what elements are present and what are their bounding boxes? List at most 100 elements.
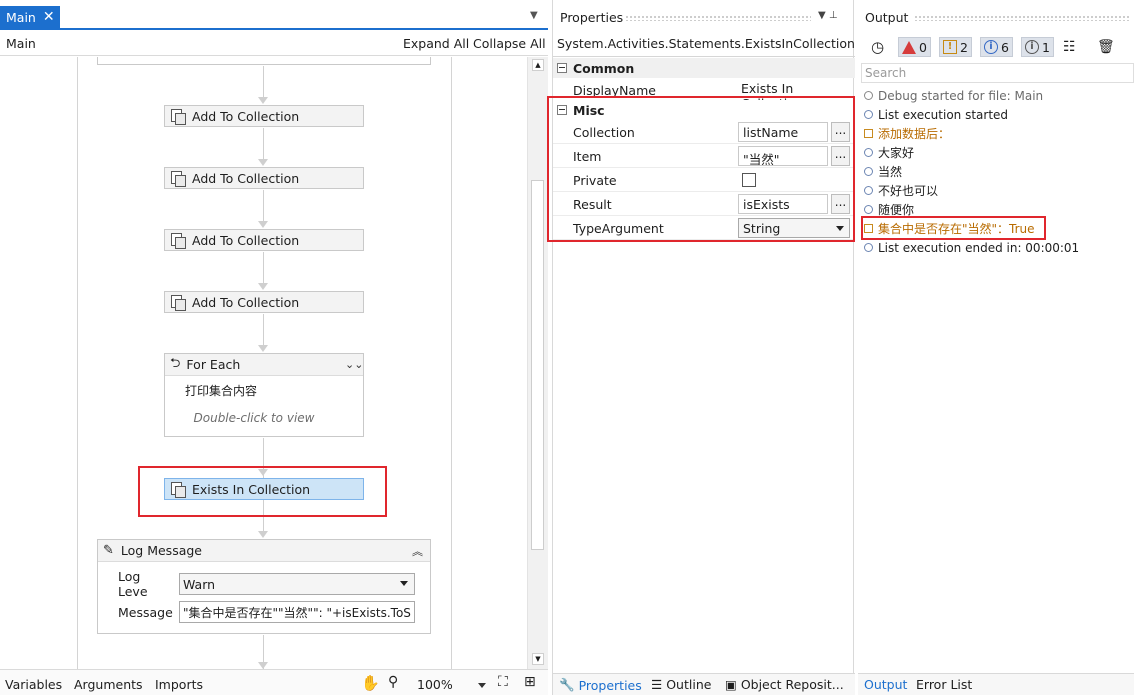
for-each-title: For Each bbox=[186, 357, 241, 372]
log-icon: ✎ bbox=[103, 543, 114, 558]
log-level-value: Warn bbox=[183, 576, 216, 592]
log-level-row: Log Leve Warn bbox=[118, 569, 415, 599]
overview-icon[interactable]: ⊞ bbox=[524, 674, 536, 690]
repository-icon: ▣ bbox=[725, 677, 737, 692]
log-line-text: 当然 bbox=[878, 165, 903, 179]
log-line-text: Debug started for file: Main bbox=[878, 88, 1044, 103]
category-common[interactable]: Common bbox=[553, 58, 855, 78]
debug-icon bbox=[864, 91, 873, 100]
for-each-header: ⮌ For Each ⌄⌄ bbox=[165, 354, 363, 376]
breadcrumb[interactable]: Main bbox=[6, 36, 36, 51]
vertical-scrollbar[interactable]: ▲ ▼ bbox=[527, 57, 548, 669]
category-label: Common bbox=[573, 60, 635, 76]
connector-arrow bbox=[258, 221, 268, 228]
zoom-level[interactable]: 100% bbox=[417, 677, 453, 692]
log-line[interactable]: Debug started for file: Main bbox=[864, 86, 1043, 105]
chevron-down-icon[interactable]: ▼ bbox=[530, 10, 538, 21]
filter-warnings-button[interactable]: ! 2 bbox=[939, 37, 972, 57]
info-count: 6 bbox=[1001, 39, 1009, 55]
pin-icon[interactable]: ▼ ⊥ bbox=[818, 10, 838, 21]
log-level-select[interactable]: Warn bbox=[179, 573, 415, 595]
log-message-row: Message "集合中是否存在""当然"": "+isExists.ToS bbox=[118, 601, 415, 623]
log-line-text: 不好也可以 bbox=[878, 184, 939, 198]
log-line[interactable]: List execution started bbox=[864, 105, 1008, 124]
designer-header: Main Expand All Collapse All bbox=[0, 30, 548, 56]
info-icon bbox=[864, 186, 873, 195]
connector-arrow bbox=[258, 662, 268, 669]
previous-activity-edge bbox=[97, 57, 431, 65]
log-message-input[interactable]: "集合中是否存在""当然"": "+isExists.ToS bbox=[179, 601, 415, 623]
warning-count: 2 bbox=[960, 39, 968, 55]
expand-all-link[interactable]: Expand All bbox=[403, 36, 469, 51]
document-tab-main[interactable]: Main ✕ bbox=[0, 6, 60, 28]
highlight-box-result-line bbox=[861, 216, 1046, 240]
connector bbox=[263, 128, 264, 160]
collapse-toggle-icon[interactable] bbox=[557, 63, 567, 73]
activity-add-to-collection[interactable]: Add To Collection bbox=[164, 291, 364, 313]
log-line[interactable]: 大家好 bbox=[864, 143, 914, 162]
activity-label: Add To Collection bbox=[192, 108, 300, 124]
for-each-body: 打印集合内容 bbox=[185, 384, 258, 398]
scroll-down-icon[interactable]: ▼ bbox=[532, 653, 544, 665]
log-line-text: List execution started bbox=[878, 107, 1009, 122]
log-line[interactable]: 当然 bbox=[864, 162, 902, 181]
properties-title: Properties bbox=[560, 10, 624, 25]
tab-output[interactable]: Output bbox=[864, 677, 907, 692]
filter-trace-button[interactable]: i 1 bbox=[1021, 37, 1054, 57]
collection-icon bbox=[170, 295, 186, 311]
arguments-tab[interactable]: Arguments bbox=[74, 677, 143, 692]
collapse-chevrons-icon[interactable]: ︽ bbox=[412, 543, 430, 559]
output-panel: Output ◷ 0 ! 2 i 6 i 1 ☷ 🗑 Search Debug … bbox=[858, 0, 1134, 695]
expand-chevrons-icon[interactable]: ⌄⌄ bbox=[345, 358, 363, 371]
warning-icon: ! bbox=[943, 40, 957, 54]
log-message-header: ✎ Log Message ︽ bbox=[98, 540, 430, 562]
activity-for-each[interactable]: ⮌ For Each ⌄⌄ 打印集合内容 Double-click to vie… bbox=[164, 353, 364, 437]
hand-pan-icon[interactable]: ✋ bbox=[361, 674, 380, 692]
activity-log-message[interactable]: ✎ Log Message ︽ Log Leve Warn Message "集… bbox=[97, 539, 431, 634]
imports-tab[interactable]: Imports bbox=[155, 677, 203, 692]
tab-error-list[interactable]: Error List bbox=[916, 677, 972, 692]
activity-add-to-collection[interactable]: Add To Collection bbox=[164, 105, 364, 127]
dropdown-caret-icon bbox=[400, 581, 408, 586]
for-each-hint: Double-click to view bbox=[193, 411, 315, 425]
trash-icon[interactable]: 🗑 bbox=[1094, 37, 1118, 57]
collapse-all-link[interactable]: Collapse All bbox=[473, 36, 546, 51]
info-icon: i bbox=[984, 40, 998, 54]
log-line[interactable]: List execution ended in: 00:00:01 bbox=[864, 238, 1079, 257]
tab-label: Properties bbox=[578, 677, 642, 693]
activity-label: Add To Collection bbox=[192, 294, 300, 310]
tab-properties[interactable]: 🔧 Properties bbox=[559, 677, 642, 693]
filter-errors-button[interactable]: 0 bbox=[898, 37, 931, 57]
zoom-dropdown-icon[interactable] bbox=[478, 683, 486, 688]
log-message-label: Message bbox=[118, 604, 173, 620]
fit-to-screen-icon[interactable]: ⛶ bbox=[498, 674, 508, 690]
activity-add-to-collection[interactable]: Add To Collection bbox=[164, 229, 364, 251]
log-message-title: Log Message bbox=[120, 543, 202, 558]
magnifier-icon[interactable]: ⚲ bbox=[388, 674, 398, 690]
log-line-text: 添加数据后： bbox=[878, 127, 951, 141]
log-line[interactable]: 添加数据后： bbox=[864, 124, 950, 143]
activity-label: Add To Collection bbox=[192, 232, 300, 248]
filter-info-button[interactable]: i 6 bbox=[980, 37, 1013, 57]
error-count: 0 bbox=[919, 39, 927, 55]
connector-arrow bbox=[258, 159, 268, 166]
collapse-lines-icon[interactable]: ☷ bbox=[1060, 37, 1079, 57]
info-icon bbox=[864, 205, 873, 214]
output-search-input[interactable]: Search bbox=[861, 63, 1134, 83]
properties-class-name: System.Activities.Statements.ExistsInCol… bbox=[553, 31, 855, 57]
designer-canvas[interactable]: Add To Collection Add To Collection Add … bbox=[0, 57, 527, 669]
connector bbox=[263, 314, 264, 346]
log-line-text: List execution ended in: 00:00:01 bbox=[878, 240, 1080, 255]
scrollbar-thumb[interactable] bbox=[531, 180, 544, 550]
designer-bottom-bar: Variables Arguments Imports ✋ ⚲ 100% ⛶ ⊞ bbox=[0, 669, 548, 695]
close-icon[interactable]: ✕ bbox=[43, 9, 55, 25]
log-line[interactable]: 不好也可以 bbox=[864, 181, 938, 200]
scroll-up-icon[interactable]: ▲ bbox=[532, 59, 544, 71]
output-toolbar: ◷ 0 ! 2 i 6 i 1 ☷ 🗑 bbox=[858, 34, 1134, 60]
clock-icon[interactable]: ◷ bbox=[868, 37, 887, 57]
activity-add-to-collection[interactable]: Add To Collection bbox=[164, 167, 364, 189]
tab-outline[interactable]: ☰ Outline bbox=[651, 677, 711, 692]
connector-arrow bbox=[258, 345, 268, 352]
variables-tab[interactable]: Variables bbox=[5, 677, 62, 692]
tab-object-repository[interactable]: ▣ Object Reposit... bbox=[725, 677, 844, 692]
